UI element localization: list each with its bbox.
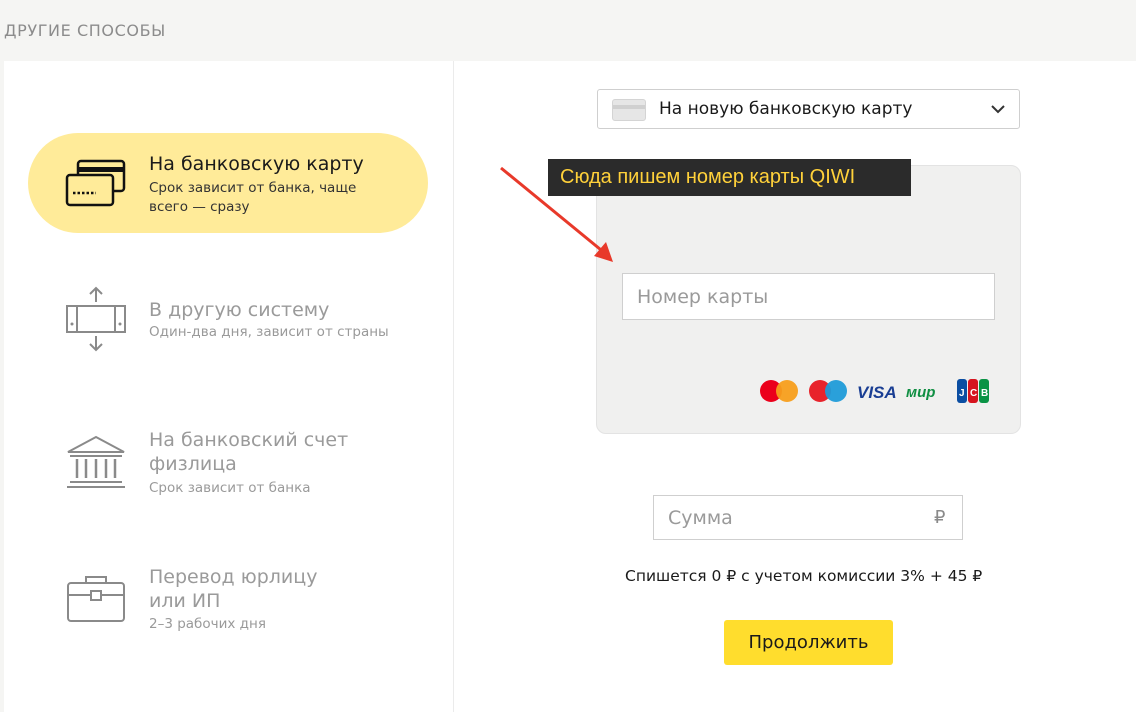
payment-logos-icon: VISA мир J C B [760,379,989,403]
method-bank-account[interactable]: На банковский счет физлица Срок зависит … [28,410,428,510]
method-legal-entity[interactable]: Перевод юрлицу или ИП 2–3 рабочих дня [28,547,428,647]
method-title: Перевод юрлицу [149,566,318,588]
method-subtitle-2: всего — сразу [149,199,250,215]
fee-info: Спишется 0 ₽ с учетом комиссии 3% + 45 ₽ [625,567,983,585]
method-title: На банковский счет [149,429,349,451]
method-title-2: или ИП [149,590,221,612]
visa-logo: VISA [857,383,897,402]
svg-text:B: B [981,388,988,399]
method-title-2: физлица [149,453,237,475]
bank-cards-icon [64,157,128,218]
method-bank-card[interactable]: На банковскую карту Срок зависит от банк… [28,133,428,233]
method-title: В другую систему [149,299,330,321]
method-subtitle: 2–3 рабочих дня [149,616,266,632]
continue-button[interactable]: Продолжить [724,620,893,665]
chevron-down-icon [989,100,1007,123]
mir-logo: мир [906,384,935,401]
svg-text:J: J [959,388,965,399]
bank-building-icon [64,434,128,497]
card-brands: VISA мир J C B [760,378,995,404]
card-icon [612,99,646,121]
method-title: На банковскую карту [149,153,364,175]
sum-input[interactable] [653,495,963,540]
card-select-value: На новую банковскую карту [659,99,913,119]
method-subtitle: Один-два дня, зависит от страны [149,324,389,340]
svg-text:C: C [970,388,977,399]
briefcase-icon [64,573,128,630]
card-select-dropdown[interactable]: На новую банковскую карту [597,89,1020,129]
card-number-input[interactable] [622,273,995,320]
panel-divider [453,61,454,712]
method-subtitle: Срок зависит от банка, чаще [149,180,357,196]
annotation-tooltip: Сюда пишем номер карты QIWI [548,159,911,196]
transfer-system-icon [64,286,128,357]
method-other-system[interactable]: В другую систему Один-два дня, зависит о… [28,270,428,370]
method-subtitle: Срок зависит от банка [149,480,311,496]
currency-label: ₽ [934,507,946,528]
section-header: ДРУГИЕ СПОСОБЫ [4,21,166,40]
